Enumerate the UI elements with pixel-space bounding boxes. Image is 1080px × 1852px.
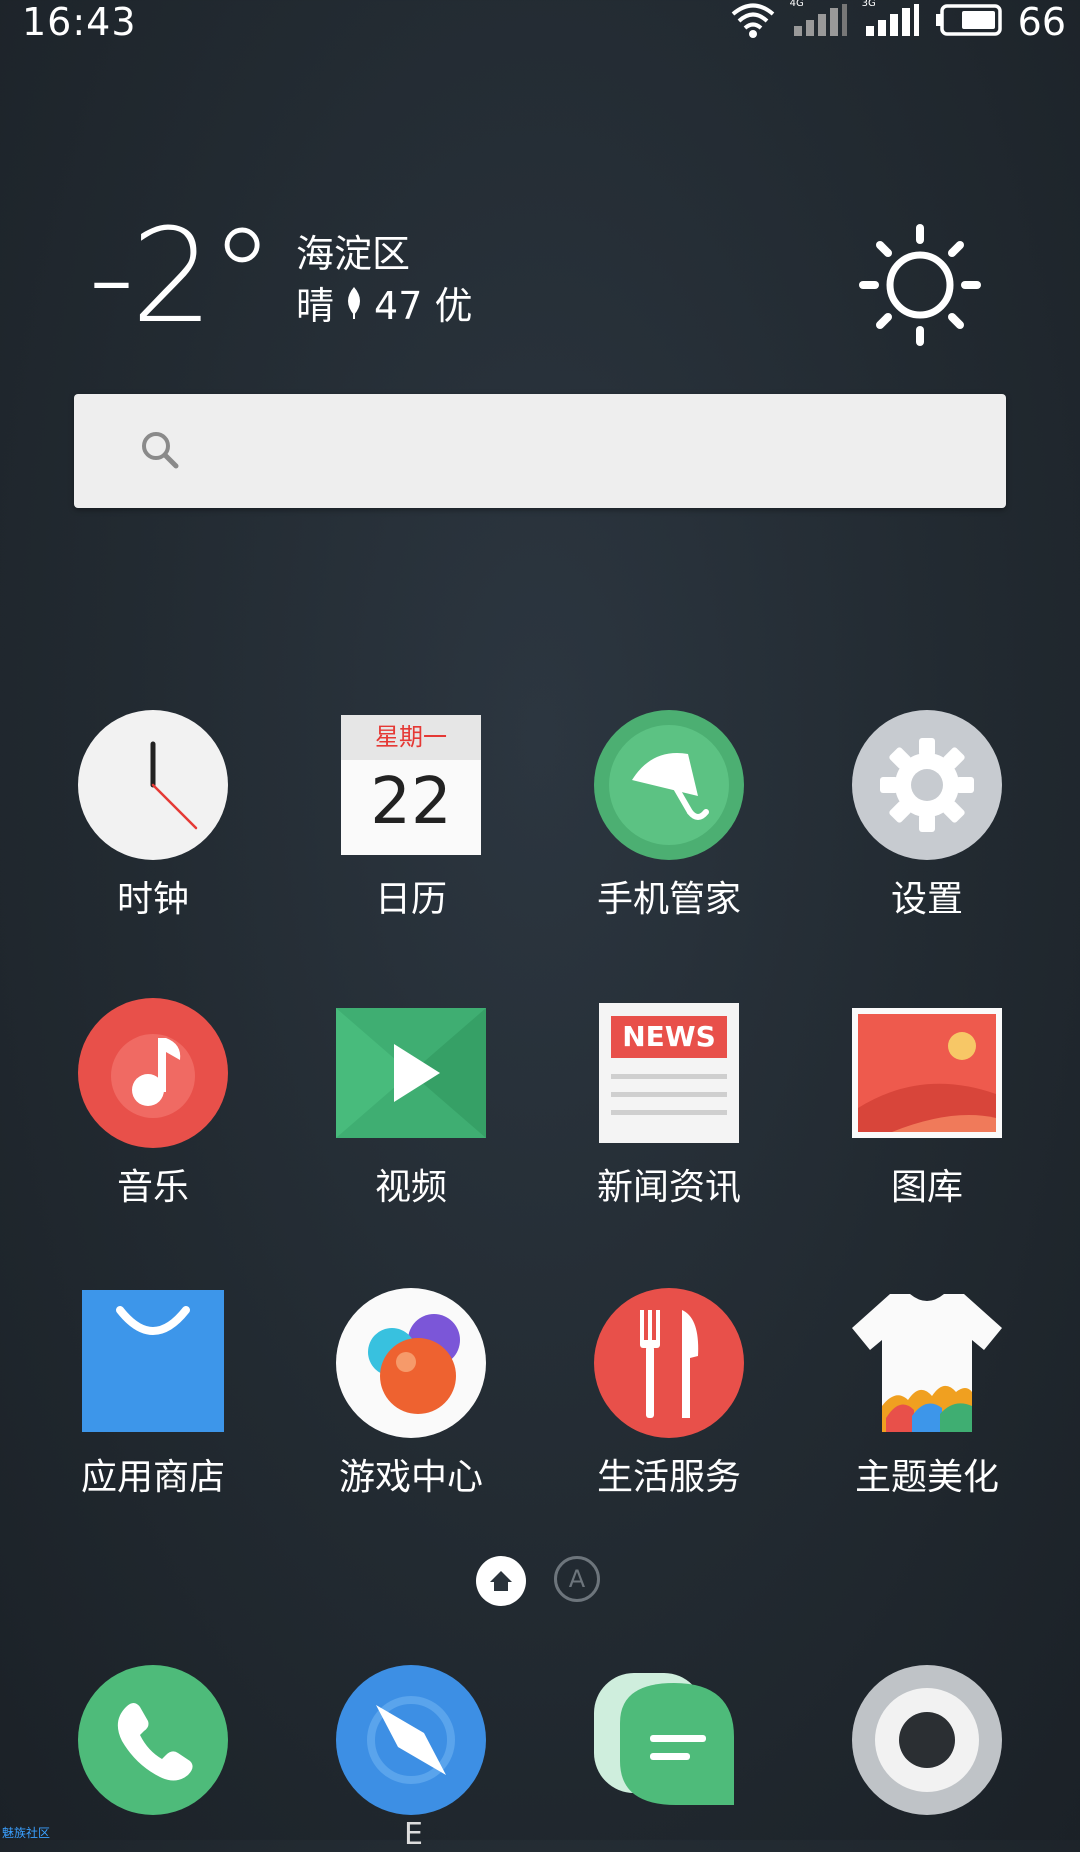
- play-icon: [336, 998, 486, 1148]
- app-settings[interactable]: 设置: [807, 710, 1047, 922]
- camera-icon: [852, 1665, 1002, 1815]
- news-banner: NEWS: [622, 1020, 716, 1053]
- page-letter: A: [568, 1565, 586, 1593]
- calendar-day: 22: [370, 765, 452, 839]
- newspaper-icon: NEWS: [594, 998, 744, 1148]
- search-bar[interactable]: [74, 394, 1006, 508]
- game-balls-icon: [336, 1288, 486, 1438]
- tshirt-icon: [852, 1288, 1002, 1438]
- music-note-icon: [78, 998, 228, 1148]
- gear-icon: [852, 710, 1002, 860]
- app-label: 生活服务: [596, 1457, 741, 1498]
- temperature: -2°: [88, 200, 275, 352]
- calendar-icon: 星期一 22: [336, 710, 486, 860]
- picture-icon: [852, 998, 1002, 1148]
- app-label: 新闻资讯: [596, 1167, 741, 1208]
- shopping-bag-icon: [78, 1288, 228, 1438]
- umbrella-icon: [594, 710, 744, 860]
- dock-camera[interactable]: [807, 1665, 1047, 1815]
- page-dot-a[interactable]: A: [554, 1556, 600, 1602]
- app-label: 音乐: [116, 1167, 189, 1208]
- app-calendar[interactable]: 星期一 22 日历: [291, 710, 531, 922]
- clock-icon: [78, 710, 228, 860]
- app-clock[interactable]: 时钟: [33, 710, 273, 922]
- status-time: 16:43: [22, 0, 137, 44]
- app-label: 主题美化: [854, 1457, 999, 1498]
- battery-icon: [934, 3, 1004, 41]
- dock-partial-label: E: [404, 1817, 423, 1852]
- fork-knife-icon: [594, 1288, 744, 1438]
- app-label: 日历: [374, 879, 447, 920]
- calendar-weekday: 星期一: [375, 723, 447, 751]
- weather-condition: 晴: [296, 284, 335, 328]
- signal-3g-icon: 3G: [861, 0, 920, 42]
- network-type-2: 3G: [861, 0, 876, 9]
- signal-4g-icon: 4G: [789, 0, 848, 42]
- wifi-icon: [730, 1, 776, 43]
- app-label: 视频: [374, 1167, 447, 1208]
- battery-percent: 66: [1017, 0, 1066, 44]
- status-bar: 16:43 4G 3G 66: [0, 0, 1080, 50]
- compass-icon: [336, 1665, 486, 1815]
- dock-phone[interactable]: [33, 1665, 273, 1815]
- sun-icon: [855, 220, 985, 350]
- weather-condition-row: 晴 47 优: [296, 284, 472, 328]
- app-label: 设置: [890, 879, 963, 920]
- app-phone-manager[interactable]: 手机管家: [549, 710, 789, 922]
- weather-district: 海淀区: [296, 232, 411, 276]
- network-type-1: 4G: [789, 0, 804, 9]
- app-news[interactable]: NEWS 新闻资讯: [549, 998, 789, 1210]
- app-gallery[interactable]: 图库: [807, 998, 1047, 1210]
- phone-icon: [78, 1665, 228, 1815]
- app-store[interactable]: 应用商店: [33, 1288, 273, 1500]
- air-quality: 47 优: [374, 284, 473, 328]
- app-video[interactable]: 视频: [291, 998, 531, 1210]
- app-game-center[interactable]: 游戏中心: [291, 1288, 531, 1500]
- dock-browser[interactable]: [291, 1665, 531, 1815]
- watermark: 魅族社区: [2, 1826, 51, 1840]
- app-label: 手机管家: [596, 879, 741, 920]
- app-label: 应用商店: [80, 1457, 225, 1498]
- app-music[interactable]: 音乐: [33, 998, 273, 1210]
- app-label: 时钟: [116, 879, 189, 920]
- leaf-icon: [342, 284, 366, 328]
- app-label: 游戏中心: [338, 1457, 483, 1498]
- home-icon[interactable]: [476, 1556, 526, 1610]
- app-themes[interactable]: 主题美化: [807, 1288, 1047, 1500]
- message-icon: [594, 1665, 744, 1815]
- app-label: 图库: [890, 1167, 963, 1208]
- status-icons: 4G 3G 66: [730, 0, 1066, 44]
- page-indicator[interactable]: A: [474, 1553, 606, 1607]
- app-life-service[interactable]: 生活服务: [549, 1288, 789, 1500]
- dock-messages[interactable]: [549, 1665, 789, 1815]
